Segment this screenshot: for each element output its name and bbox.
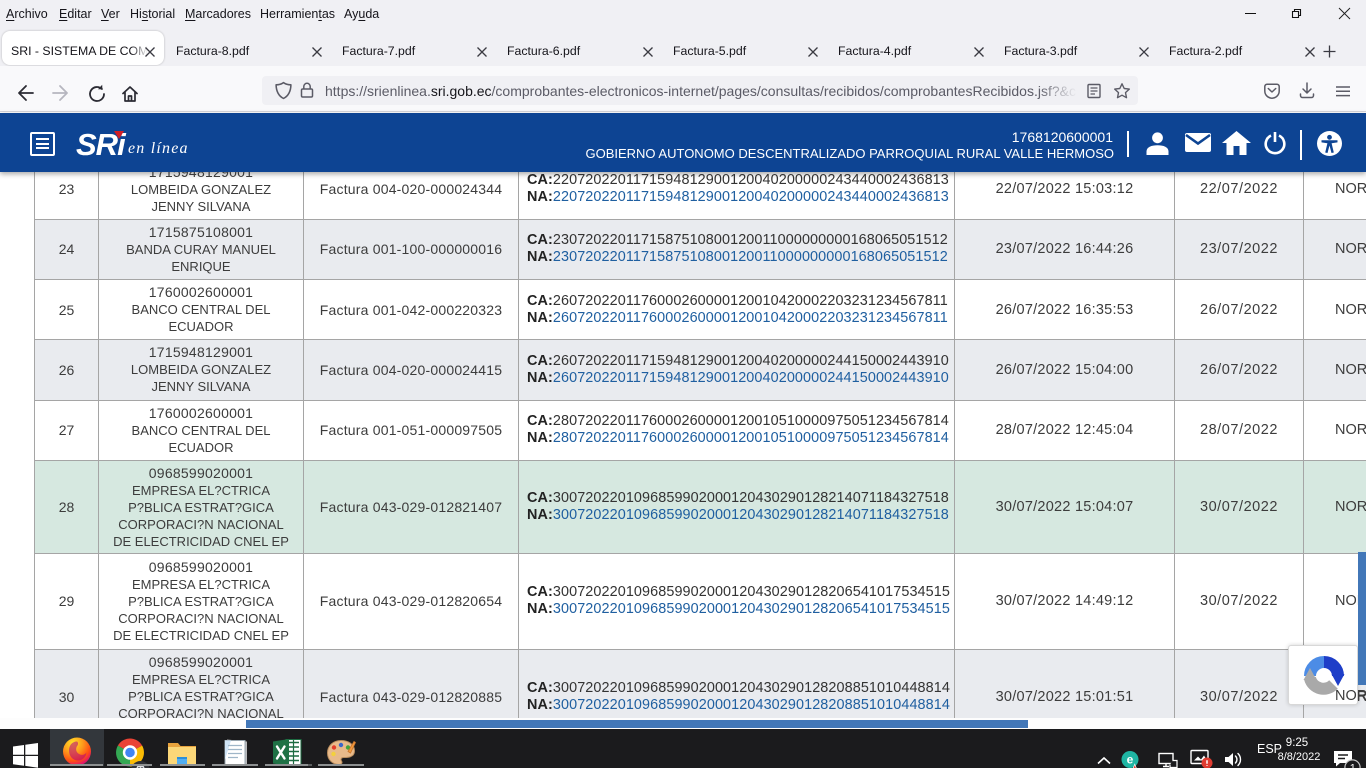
svg-text:e: e	[1127, 753, 1134, 767]
svg-text:1: 1	[1350, 763, 1356, 768]
